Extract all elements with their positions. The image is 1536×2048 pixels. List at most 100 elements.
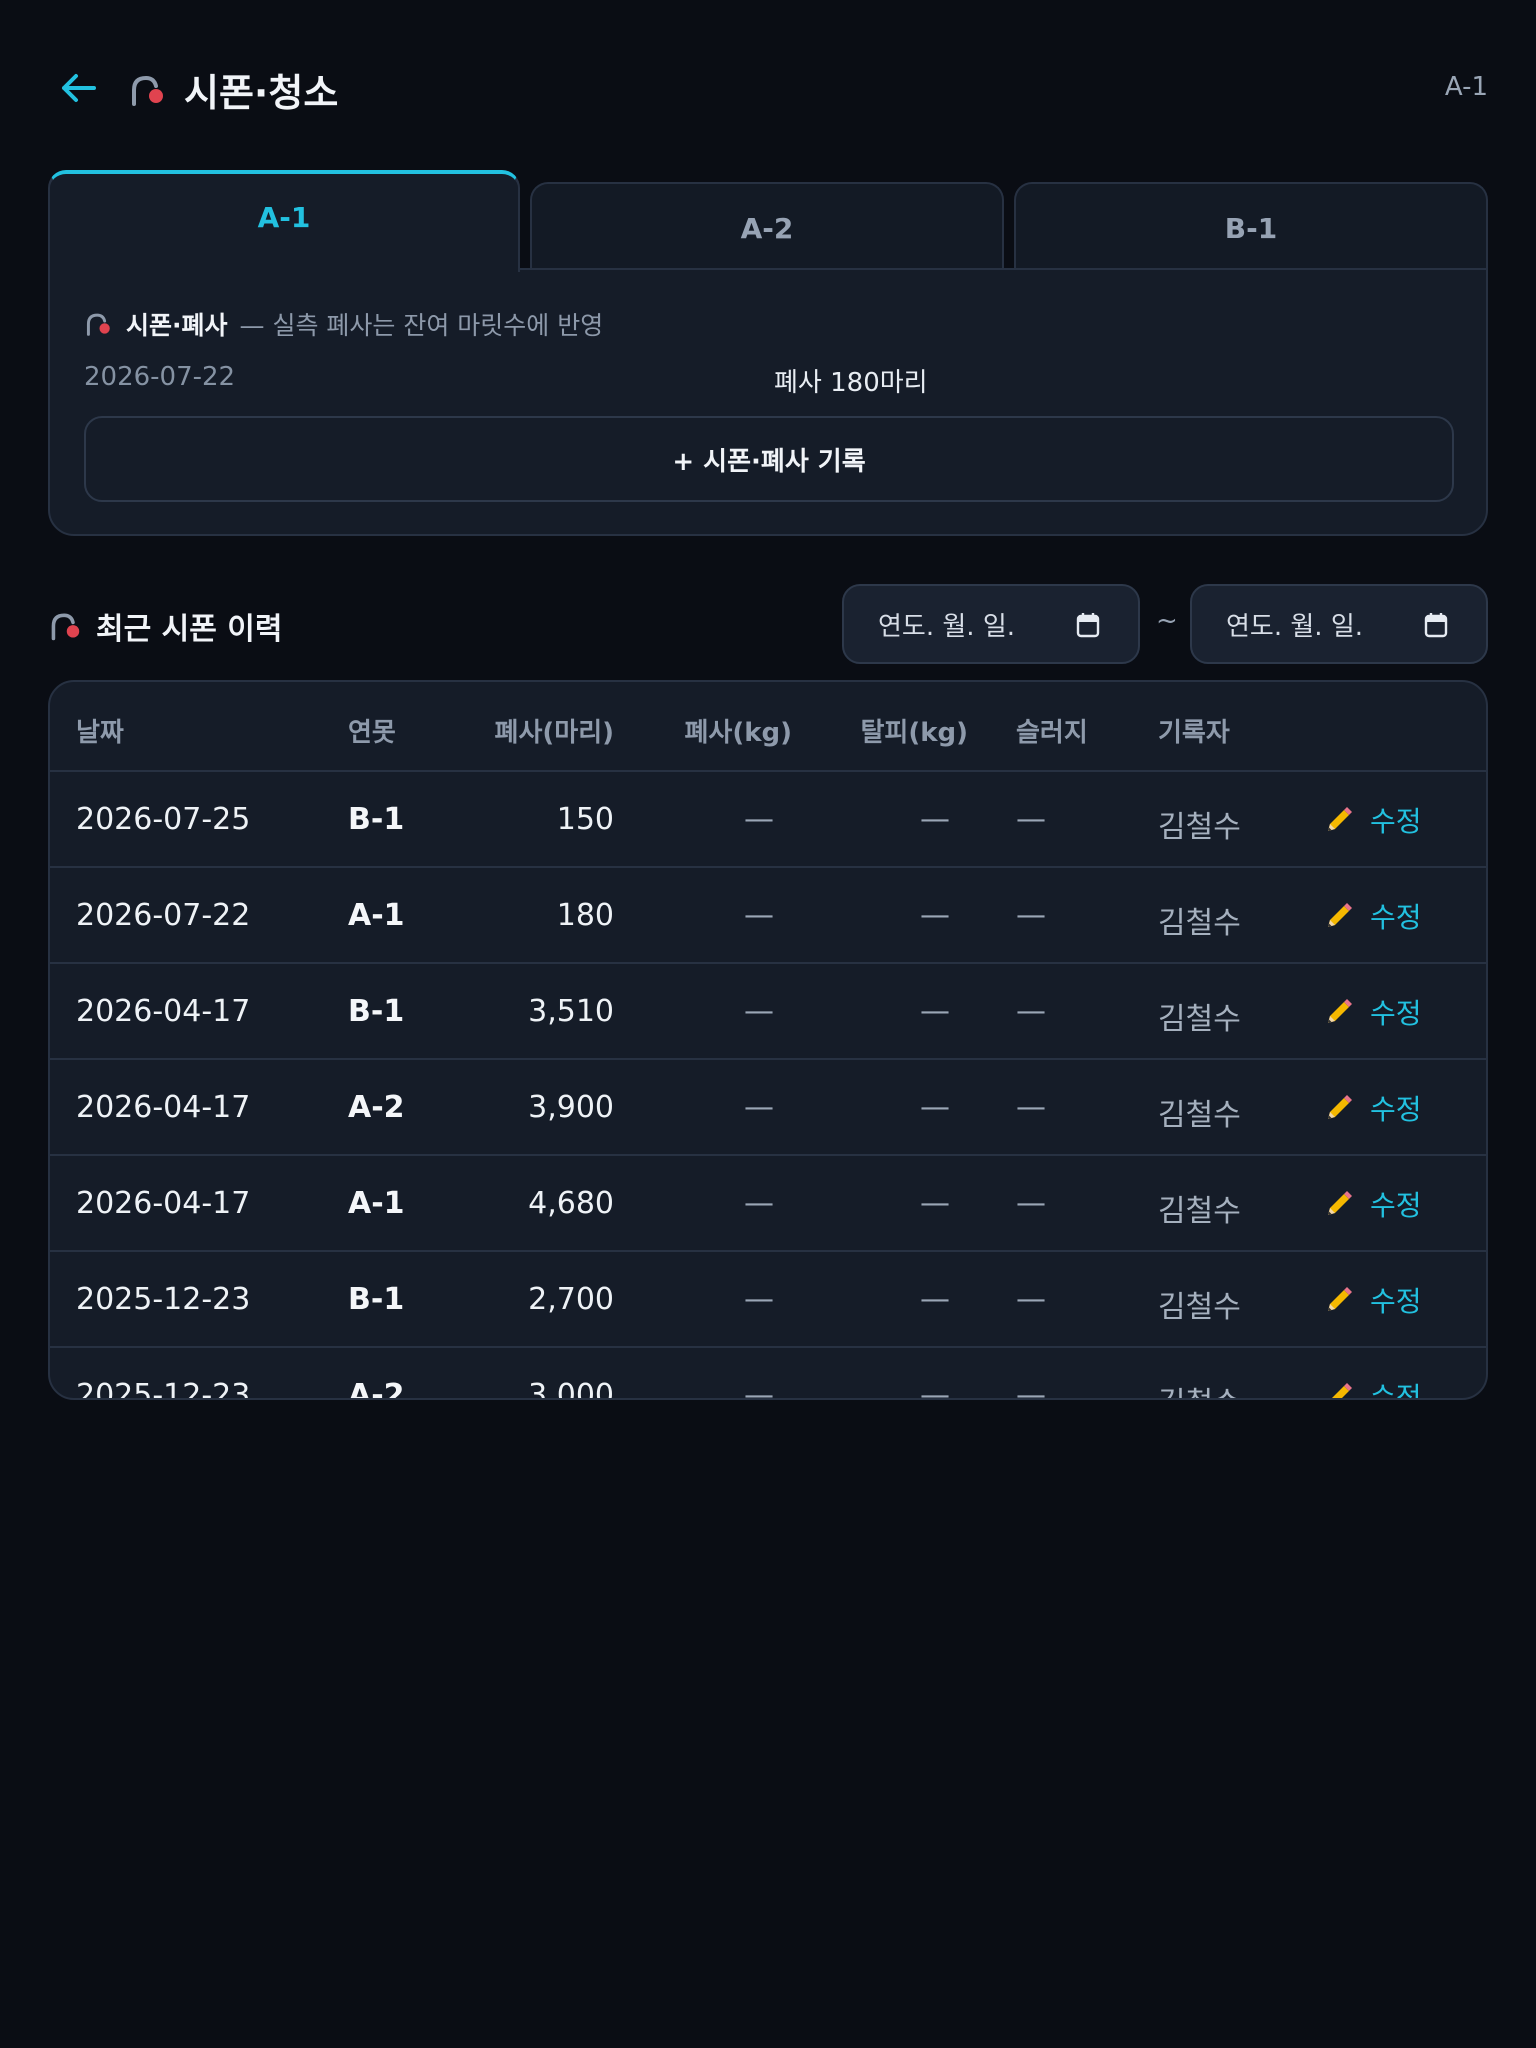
edit-label: 수정 [1370,1381,1422,1400]
app-header: 시폰·청소 A-1 [0,0,1536,176]
cell-date: 2025-12-23 [76,1378,251,1400]
card-subtitle: — 실측 폐사는 잔여 마릿수에 반영 [239,311,604,340]
siphon-icon [86,313,110,336]
last-record-count: 폐사 180마리 [774,368,928,398]
cell-sludge: — [1016,1282,1046,1317]
cell-deaths-kg: — [744,994,774,1029]
pencil-icon [1328,1287,1352,1311]
column-header-deaths: 폐사(마리) [494,718,614,748]
cell-pond: B-1 [348,802,405,837]
cell-deaths: 3,000 [528,1378,614,1400]
table-row: 2025-12-23 A-2 3,000 — — — 김철수 수정 [50,1348,1486,1400]
column-header-deaths-kg: 폐사(kg) [684,718,792,748]
history-title: 최근 시폰 이력 [96,612,283,647]
card-heading: 시폰·폐사 — 실측 폐사는 잔여 마릿수에 반영 [84,306,603,342]
card-title: 시폰·폐사 [126,311,228,340]
history-table[interactable]: 날짜 연못 폐사(마리) 폐사(kg) 탈피(kg) 슬러지 기록자 2026-… [48,680,1488,1400]
tab-a-2[interactable]: A-2 [530,182,1004,272]
cell-recorder: 김철수 [1158,1378,1241,1398]
page-title: 시폰·청소 [184,71,339,115]
cell-recorder: 김철수 [1158,810,1241,845]
cell-pond: A-1 [348,898,405,933]
column-header-pond: 연못 [348,718,396,748]
edit-label: 수정 [1370,997,1422,1030]
edit-label: 수정 [1370,901,1422,934]
cell-molt-kg: — [920,1378,950,1400]
edit-button[interactable]: 수정 [1324,1376,1422,1400]
arrow-left-icon [62,74,96,102]
cell-deaths: 4,680 [528,1186,614,1221]
date-from-input[interactable]: 연도. 월. 일. [842,584,1140,664]
siphon-icon [51,613,80,641]
date-from-placeholder: 연도. 월. 일. [878,611,1016,642]
cell-sludge: — [1016,802,1046,837]
date-to-input[interactable]: 연도. 월. 일. [1190,584,1488,664]
pencil-icon [1332,1383,1352,1398]
cell-recorder: 김철수 [1158,1002,1241,1037]
edit-button[interactable]: 수정 [1324,800,1422,840]
current-pond-label: A-1 [1444,72,1488,102]
pencil-icon [1328,903,1352,927]
edit-button[interactable]: 수정 [1324,1280,1422,1320]
cell-molt-kg: — [920,802,950,837]
edit-button[interactable]: 수정 [1324,992,1422,1032]
cell-deaths: 180 [556,898,614,933]
table-row: 2026-04-17 A-1 4,680 — — — 김철수 수정 [50,1156,1486,1252]
pencil-icon [1328,1191,1352,1215]
cell-recorder: 김철수 [1158,1290,1241,1325]
cell-molt-kg: — [920,1186,950,1221]
cell-date: 2026-07-25 [76,802,251,837]
cell-pond: A-1 [348,1186,405,1221]
cell-deaths-kg: — [744,1378,774,1400]
cell-molt-kg: — [920,898,950,933]
pencil-icon [1328,807,1352,831]
cell-sludge: — [1016,1090,1046,1125]
table-row: 2025-12-23 B-1 2,700 — — — 김철수 수정 [50,1252,1486,1348]
pond-tabs: A-1 A-2 B-1 [48,170,1488,272]
cell-deaths: 3,510 [528,994,614,1029]
cell-pond: A-2 [348,1378,405,1400]
edit-label: 수정 [1370,1093,1422,1126]
date-to-placeholder: 연도. 월. 일. [1226,611,1364,642]
pencil-icon [1328,1095,1352,1119]
cell-molt-kg: — [920,994,950,1029]
edit-label: 수정 [1370,1189,1422,1222]
add-siphon-record-button[interactable]: + 시폰·폐사 기록 [84,416,1454,502]
cell-deaths-kg: — [744,1282,774,1317]
cell-date: 2026-04-17 [76,1186,251,1221]
edit-button[interactable]: 수정 [1324,896,1422,936]
cell-deaths: 2,700 [528,1282,614,1317]
edit-button[interactable]: 수정 [1324,1184,1422,1224]
cell-deaths-kg: — [744,802,774,837]
cell-deaths-kg: — [744,898,774,933]
cell-recorder: 김철수 [1158,1194,1241,1229]
edit-label: 수정 [1370,805,1422,838]
cell-deaths-kg: — [744,1186,774,1221]
siphon-icon [132,75,163,106]
tab-b-1[interactable]: B-1 [1014,182,1488,272]
cell-sludge: — [1016,994,1046,1029]
column-header-date: 날짜 [76,718,124,748]
cell-sludge: — [1016,1186,1046,1221]
tab-a-1[interactable]: A-1 [48,170,520,272]
cell-molt-kg: — [920,1090,950,1125]
cell-pond: B-1 [348,1282,405,1317]
pencil-icon [1328,999,1352,1023]
cell-deaths-kg: — [744,1090,774,1125]
cell-date: 2026-04-17 [76,1090,251,1125]
table-header: 날짜 연못 폐사(마리) 폐사(kg) 탈피(kg) 슬러지 기록자 [50,682,1486,772]
history-header: 최근 시폰 이력 연도. 월. 일. ~ 연도. 월. 일. [48,582,1488,666]
calendar-icon[interactable] [1076,612,1100,638]
cell-deaths: 150 [556,802,614,837]
calendar-icon[interactable] [1424,612,1448,638]
cell-date: 2026-07-22 [76,898,251,933]
cell-date: 2026-04-17 [76,994,251,1029]
table-row: 2026-07-25 B-1 150 — — — 김철수 수정 [50,772,1486,868]
column-header-molt-kg: 탈피(kg) [860,718,968,748]
column-header-sludge: 슬러지 [1016,718,1088,748]
edit-button[interactable]: 수정 [1324,1088,1422,1128]
back-button[interactable] [56,68,100,108]
column-header-recorder: 기록자 [1158,718,1230,748]
cell-pond: A-2 [348,1090,405,1125]
cell-recorder: 김철수 [1158,1098,1241,1133]
